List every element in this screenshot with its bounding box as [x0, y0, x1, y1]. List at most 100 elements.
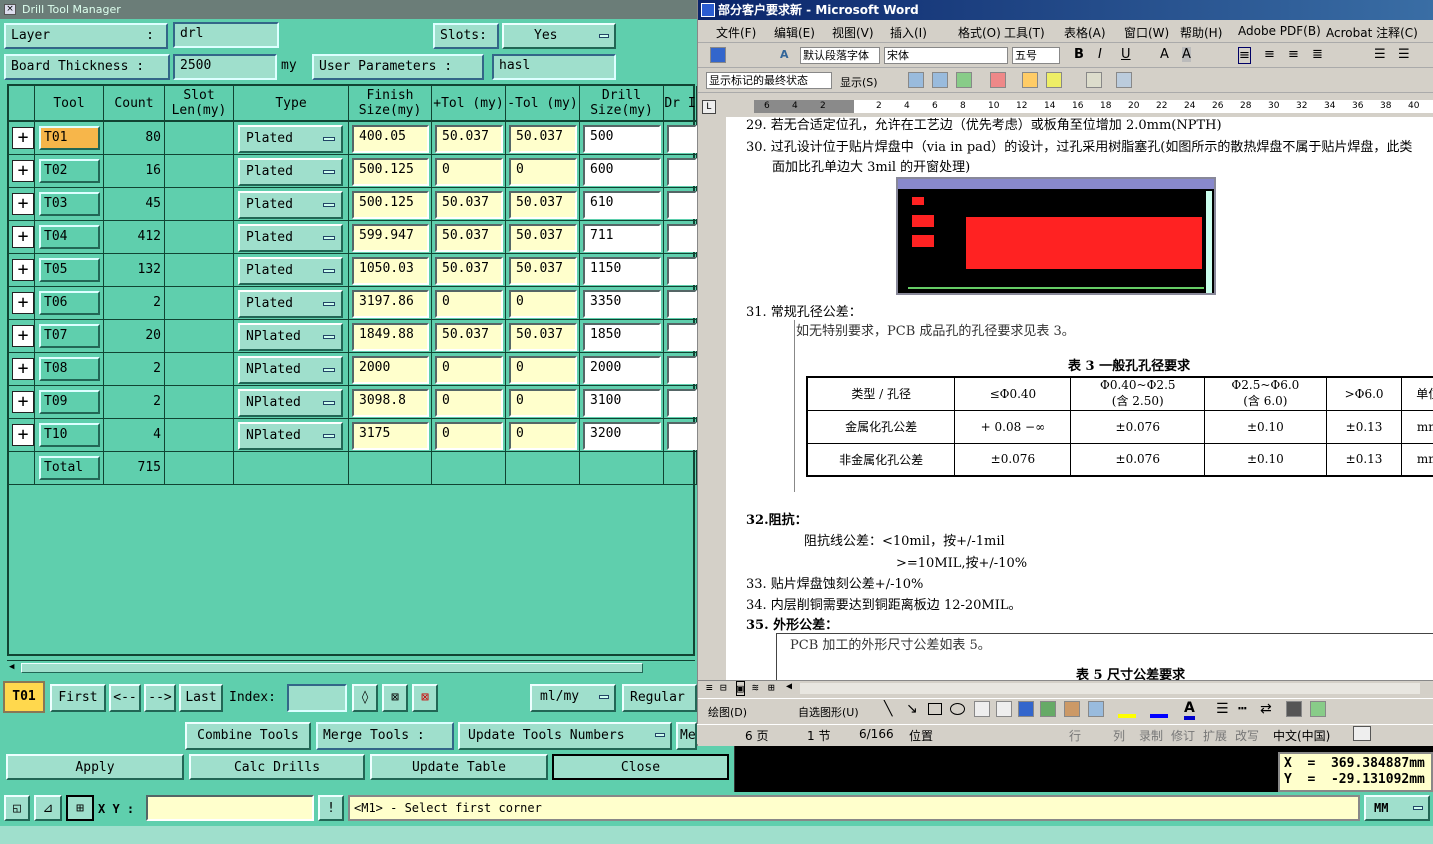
markup-box[interactable]: 显示标记的最终状态	[706, 72, 832, 89]
expand-icon[interactable]: +	[12, 259, 34, 281]
slots-dropdown[interactable]: Yes	[502, 23, 616, 49]
plus-tol-input[interactable]: 0	[435, 158, 503, 186]
calc-drills-button[interactable]: Calc Drills	[189, 754, 365, 780]
drill-size-input[interactable]: 610	[583, 191, 661, 219]
user-params-input[interactable]: hasl	[492, 54, 616, 80]
tab-selector-icon[interactable]: L	[702, 100, 716, 114]
type-dropdown[interactable]: NPlated	[238, 356, 343, 384]
type-dropdown[interactable]: NPlated	[238, 422, 343, 450]
finish-size-input[interactable]: 1050.03	[352, 257, 429, 285]
track-changes-icon[interactable]	[1086, 72, 1102, 88]
rectangle-icon[interactable]	[928, 703, 942, 715]
font-color-icon[interactable]: A	[1184, 700, 1195, 720]
horizontal-scrollbar[interactable]: ◀	[7, 660, 695, 674]
textbox-icon[interactable]	[974, 701, 990, 717]
drill-size-input[interactable]: 711	[583, 224, 661, 252]
select-icon[interactable]: ⊠	[382, 684, 408, 712]
accept-change-icon[interactable]	[956, 72, 972, 88]
menu-item[interactable]: 窗口(W)	[1124, 24, 1169, 41]
next-button[interactable]: -->	[144, 684, 176, 712]
3d-icon[interactable]	[1310, 701, 1326, 717]
dr-input[interactable]	[667, 257, 697, 285]
char-shade-icon[interactable]: A	[1182, 47, 1191, 62]
minus-tol-input[interactable]: 0	[509, 290, 577, 318]
highlight-icon[interactable]	[1046, 72, 1062, 88]
drill-size-input[interactable]: 3100	[583, 389, 661, 417]
finish-size-input[interactable]: 1849.88	[352, 323, 429, 351]
tool-name[interactable]: T10	[39, 423, 100, 447]
layer-input[interactable]: drl	[173, 22, 279, 48]
web-view-icon[interactable]: ⊟	[720, 681, 727, 694]
line-icon[interactable]: ╲	[884, 701, 892, 717]
dr-input[interactable]	[667, 389, 697, 417]
finish-size-input[interactable]: 3197.86	[352, 290, 429, 318]
drill-size-input[interactable]: 500	[583, 125, 661, 153]
minus-tol-input[interactable]: 50.037	[509, 125, 577, 153]
tool-name[interactable]: T05	[39, 258, 100, 282]
expand-icon[interactable]: +	[12, 160, 34, 182]
board-thickness-input[interactable]: 2500	[173, 54, 277, 80]
apply-button[interactable]: Apply	[6, 754, 184, 780]
reading-view-icon[interactable]: ⊞	[768, 681, 775, 694]
units-mm-dropdown[interactable]: MM	[1364, 795, 1430, 821]
status-overwrite[interactable]: 改写	[1235, 727, 1259, 744]
dr-input[interactable]	[667, 356, 697, 384]
font-box[interactable]: 宋体	[884, 47, 1008, 64]
status-record[interactable]: 录制	[1139, 727, 1163, 744]
bullets-icon[interactable]: ☰	[1398, 47, 1410, 62]
menu-item[interactable]: 插入(I)	[890, 24, 927, 41]
menu-item[interactable]: 帮助(H)	[1180, 24, 1222, 41]
arrow-style-icon[interactable]: ⇄	[1260, 701, 1272, 717]
minus-tol-input[interactable]: 50.037	[509, 224, 577, 252]
dr-input[interactable]	[667, 191, 697, 219]
drill-size-input[interactable]: 1850	[583, 323, 661, 351]
scrollbar-thumb[interactable]	[21, 663, 643, 673]
numbering-icon[interactable]: ☰	[1374, 47, 1386, 62]
finish-size-input[interactable]: 500.125	[352, 158, 429, 186]
prev-button[interactable]: <--	[109, 684, 141, 712]
bold-icon[interactable]: B	[1074, 47, 1084, 62]
finish-size-input[interactable]: 500.125	[352, 191, 429, 219]
close-button[interactable]: Close	[552, 754, 729, 780]
drill-size-input[interactable]: 3200	[583, 422, 661, 450]
plus-tol-input[interactable]: 50.037	[435, 224, 503, 252]
horizontal-scrollbar[interactable]	[800, 683, 1420, 694]
align-right-icon[interactable]: ≡	[1288, 47, 1299, 62]
status-extend[interactable]: 扩展	[1203, 727, 1227, 744]
comment-icon[interactable]	[1022, 72, 1038, 88]
tool-name[interactable]: T08	[39, 357, 100, 381]
size-box[interactable]: 五号	[1012, 47, 1060, 64]
justify-icon[interactable]: ≣	[1312, 47, 1323, 62]
finish-size-input[interactable]: 599.947	[352, 224, 429, 252]
plus-tol-input[interactable]: 50.037	[435, 257, 503, 285]
minus-tol-input[interactable]: 0	[509, 158, 577, 186]
update-tools-numbers-dropdown[interactable]: Update Tools Numbers	[458, 722, 672, 750]
finish-size-input[interactable]: 3098.8	[352, 389, 429, 417]
tool-name[interactable]: T02	[39, 159, 100, 183]
char-border-icon[interactable]: A	[1160, 47, 1169, 62]
fill-color-icon[interactable]	[1118, 702, 1136, 718]
minus-tol-input[interactable]: 50.037	[509, 191, 577, 219]
type-dropdown[interactable]: Plated	[238, 125, 343, 153]
type-dropdown[interactable]: Plated	[238, 191, 343, 219]
dr-input[interactable]	[667, 290, 697, 318]
line-color-icon[interactable]	[1150, 702, 1168, 718]
close-icon[interactable]: ×	[4, 4, 16, 15]
finish-size-input[interactable]: 2000	[352, 356, 429, 384]
expand-icon[interactable]: +	[12, 127, 34, 149]
measure-icon[interactable]: ⊿	[34, 795, 62, 821]
menu-item[interactable]: 视图(V)	[832, 24, 874, 41]
tool-name[interactable]: T03	[39, 192, 100, 216]
drill-size-input[interactable]: 2000	[583, 356, 661, 384]
regular-dropdown[interactable]: Regular	[622, 684, 697, 712]
dr-input[interactable]	[667, 224, 697, 252]
minus-tol-input[interactable]: 50.037	[509, 323, 577, 351]
first-button[interactable]: First	[50, 684, 106, 712]
plus-tol-input[interactable]: 50.037	[435, 323, 503, 351]
minus-tol-input[interactable]: 50.037	[509, 257, 577, 285]
reject-change-icon[interactable]	[990, 72, 1006, 88]
update-table-button[interactable]: Update Table	[370, 754, 548, 780]
ellipse-icon[interactable]	[950, 703, 965, 715]
vertical-textbox-icon[interactable]	[996, 701, 1012, 717]
expand-icon[interactable]: +	[12, 325, 34, 347]
